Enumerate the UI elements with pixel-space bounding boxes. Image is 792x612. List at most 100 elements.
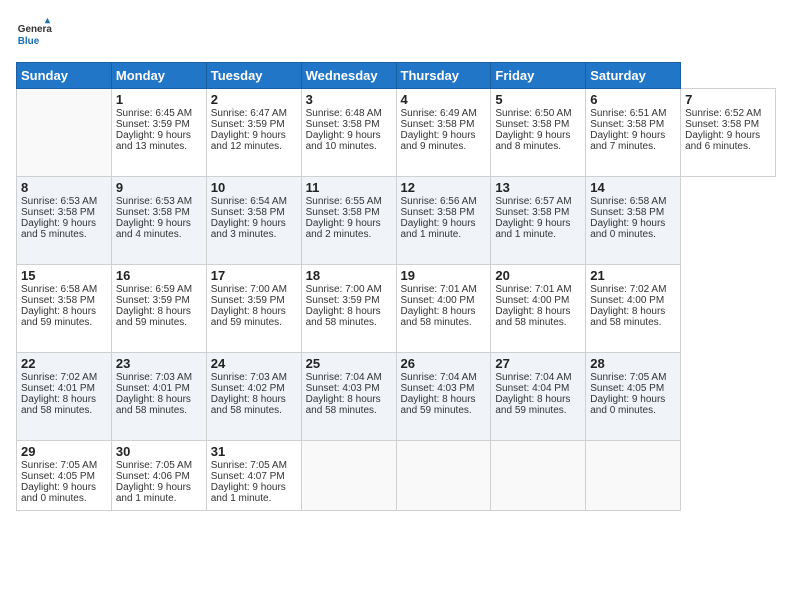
day-header-friday: Friday <box>491 63 586 89</box>
day-number: 22 <box>21 356 107 371</box>
calendar-cell: 10Sunrise: 6:54 AMSunset: 3:58 PMDayligh… <box>206 177 301 265</box>
sunset-text: Sunset: 4:05 PM <box>590 383 676 394</box>
daylight-text: Daylight: 9 hours and 1 minute. <box>211 482 297 504</box>
sunset-text: Sunset: 3:58 PM <box>590 207 676 218</box>
daylight-text: Daylight: 9 hours and 7 minutes. <box>590 130 676 152</box>
calendar-cell: 11Sunrise: 6:55 AMSunset: 3:58 PMDayligh… <box>301 177 396 265</box>
daylight-text: Daylight: 8 hours and 58 minutes. <box>306 306 392 328</box>
calendar-cell: 18Sunrise: 7:00 AMSunset: 3:59 PMDayligh… <box>301 265 396 353</box>
sunrise-text: Sunrise: 7:02 AM <box>21 372 107 383</box>
sunrise-text: Sunrise: 7:05 AM <box>116 460 202 471</box>
day-header-monday: Monday <box>111 63 206 89</box>
calendar-cell: 8Sunrise: 6:53 AMSunset: 3:58 PMDaylight… <box>17 177 112 265</box>
day-header-wednesday: Wednesday <box>301 63 396 89</box>
calendar-cell <box>491 441 586 511</box>
sunrise-text: Sunrise: 7:03 AM <box>116 372 202 383</box>
daylight-text: Daylight: 9 hours and 1 minute. <box>401 218 487 240</box>
sunrise-text: Sunrise: 6:49 AM <box>401 108 487 119</box>
sunrise-text: Sunrise: 6:51 AM <box>590 108 676 119</box>
calendar-cell: 2Sunrise: 6:47 AMSunset: 3:59 PMDaylight… <box>206 89 301 177</box>
day-number: 5 <box>495 92 581 107</box>
day-header-tuesday: Tuesday <box>206 63 301 89</box>
day-header-saturday: Saturday <box>586 63 681 89</box>
day-number: 30 <box>116 444 202 459</box>
main-container: General Blue SundayMondayTuesdayWednesda… <box>0 0 792 519</box>
day-number: 18 <box>306 268 392 283</box>
calendar-cell: 19Sunrise: 7:01 AMSunset: 4:00 PMDayligh… <box>396 265 491 353</box>
calendar-cell: 1Sunrise: 6:45 AMSunset: 3:59 PMDaylight… <box>111 89 206 177</box>
sunset-text: Sunset: 4:00 PM <box>590 295 676 306</box>
day-number: 15 <box>21 268 107 283</box>
sunrise-text: Sunrise: 7:00 AM <box>211 284 297 295</box>
calendar-cell: 7Sunrise: 6:52 AMSunset: 3:58 PMDaylight… <box>681 89 776 177</box>
day-number: 29 <box>21 444 107 459</box>
day-number: 11 <box>306 180 392 195</box>
sunset-text: Sunset: 3:58 PM <box>211 207 297 218</box>
sunset-text: Sunset: 3:59 PM <box>116 119 202 130</box>
day-number: 20 <box>495 268 581 283</box>
sunrise-text: Sunrise: 6:54 AM <box>211 196 297 207</box>
sunset-text: Sunset: 4:03 PM <box>401 383 487 394</box>
sunset-text: Sunset: 3:59 PM <box>211 295 297 306</box>
calendar-cell <box>17 89 112 177</box>
day-number: 14 <box>590 180 676 195</box>
sunrise-text: Sunrise: 6:59 AM <box>116 284 202 295</box>
calendar-cell: 4Sunrise: 6:49 AMSunset: 3:58 PMDaylight… <box>396 89 491 177</box>
sunrise-text: Sunrise: 7:04 AM <box>495 372 581 383</box>
calendar-cell: 13Sunrise: 6:57 AMSunset: 3:58 PMDayligh… <box>491 177 586 265</box>
day-number: 4 <box>401 92 487 107</box>
sunset-text: Sunset: 3:59 PM <box>116 295 202 306</box>
calendar-cell: 31Sunrise: 7:05 AMSunset: 4:07 PMDayligh… <box>206 441 301 511</box>
calendar-cell <box>396 441 491 511</box>
calendar-cell: 20Sunrise: 7:01 AMSunset: 4:00 PMDayligh… <box>491 265 586 353</box>
sunrise-text: Sunrise: 7:05 AM <box>590 372 676 383</box>
sunset-text: Sunset: 3:58 PM <box>306 207 392 218</box>
sunset-text: Sunset: 4:04 PM <box>495 383 581 394</box>
svg-text:Blue: Blue <box>18 36 40 47</box>
sunrise-text: Sunrise: 6:45 AM <box>116 108 202 119</box>
sunset-text: Sunset: 3:58 PM <box>495 119 581 130</box>
sunset-text: Sunset: 4:06 PM <box>116 471 202 482</box>
daylight-text: Daylight: 9 hours and 0 minutes. <box>21 482 107 504</box>
sunrise-text: Sunrise: 7:05 AM <box>211 460 297 471</box>
sunset-text: Sunset: 3:58 PM <box>306 119 392 130</box>
sunset-text: Sunset: 3:58 PM <box>21 295 107 306</box>
daylight-text: Daylight: 8 hours and 58 minutes. <box>401 306 487 328</box>
day-number: 25 <box>306 356 392 371</box>
logo: General Blue <box>16 16 56 52</box>
daylight-text: Daylight: 9 hours and 1 minute. <box>495 218 581 240</box>
daylight-text: Daylight: 8 hours and 59 minutes. <box>116 306 202 328</box>
header-row: General Blue <box>16 16 776 52</box>
sunset-text: Sunset: 3:58 PM <box>401 207 487 218</box>
daylight-text: Daylight: 9 hours and 12 minutes. <box>211 130 297 152</box>
daylight-text: Daylight: 8 hours and 58 minutes. <box>495 306 581 328</box>
calendar-cell: 17Sunrise: 7:00 AMSunset: 3:59 PMDayligh… <box>206 265 301 353</box>
daylight-text: Daylight: 9 hours and 9 minutes. <box>401 130 487 152</box>
sunset-text: Sunset: 3:58 PM <box>21 207 107 218</box>
sunset-text: Sunset: 4:00 PM <box>401 295 487 306</box>
daylight-text: Daylight: 8 hours and 59 minutes. <box>401 394 487 416</box>
sunrise-text: Sunrise: 7:02 AM <box>590 284 676 295</box>
daylight-text: Daylight: 9 hours and 1 minute. <box>116 482 202 504</box>
sunset-text: Sunset: 3:58 PM <box>590 119 676 130</box>
calendar-cell: 26Sunrise: 7:04 AMSunset: 4:03 PMDayligh… <box>396 353 491 441</box>
daylight-text: Daylight: 8 hours and 58 minutes. <box>306 394 392 416</box>
day-number: 2 <box>211 92 297 107</box>
sunrise-text: Sunrise: 7:04 AM <box>306 372 392 383</box>
sunset-text: Sunset: 3:59 PM <box>306 295 392 306</box>
calendar-cell: 23Sunrise: 7:03 AMSunset: 4:01 PMDayligh… <box>111 353 206 441</box>
daylight-text: Daylight: 9 hours and 10 minutes. <box>306 130 392 152</box>
day-header-thursday: Thursday <box>396 63 491 89</box>
calendar-cell: 25Sunrise: 7:04 AMSunset: 4:03 PMDayligh… <box>301 353 396 441</box>
calendar-cell: 3Sunrise: 6:48 AMSunset: 3:58 PMDaylight… <box>301 89 396 177</box>
sunrise-text: Sunrise: 6:57 AM <box>495 196 581 207</box>
calendar-cell: 28Sunrise: 7:05 AMSunset: 4:05 PMDayligh… <box>586 353 681 441</box>
calendar-cell: 14Sunrise: 6:58 AMSunset: 3:58 PMDayligh… <box>586 177 681 265</box>
daylight-text: Daylight: 9 hours and 2 minutes. <box>306 218 392 240</box>
day-number: 17 <box>211 268 297 283</box>
sunrise-text: Sunrise: 6:58 AM <box>21 284 107 295</box>
sunset-text: Sunset: 3:59 PM <box>211 119 297 130</box>
sunset-text: Sunset: 4:01 PM <box>21 383 107 394</box>
sunrise-text: Sunrise: 6:58 AM <box>590 196 676 207</box>
sunrise-text: Sunrise: 7:05 AM <box>21 460 107 471</box>
